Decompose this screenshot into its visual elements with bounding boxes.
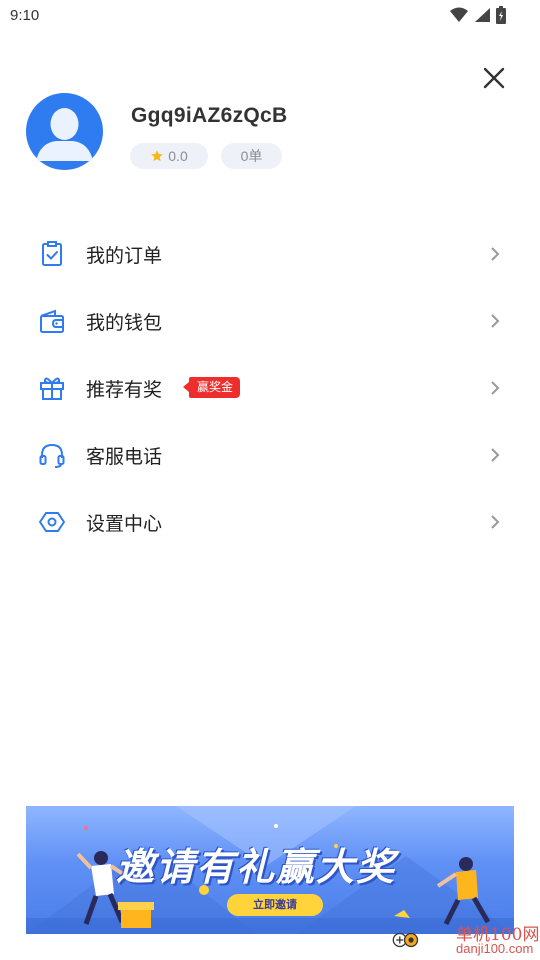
- menu-item-label: 设置中心: [86, 513, 163, 535]
- avatar[interactable]: [26, 93, 103, 170]
- invite-now-button[interactable]: 立即邀请: [227, 894, 323, 916]
- chevron-right-icon: [491, 314, 500, 328]
- orders-chip: 0单: [221, 143, 282, 169]
- menu-item-label: 客服电话: [86, 446, 163, 468]
- signal-icon: [475, 8, 490, 22]
- close-button[interactable]: [478, 62, 510, 94]
- menu-item-label: 我的钱包: [86, 312, 163, 334]
- settings-hexagon-icon: [39, 512, 65, 532]
- order-clipboard-icon: [42, 241, 62, 266]
- menu-item-settings[interactable]: 设置中心: [0, 488, 540, 555]
- menu-item-referral-reward[interactable]: 推荐有奖 赢奖金: [0, 354, 540, 421]
- rating-value: 0.0: [168, 148, 188, 164]
- menu-item-label: 我的订单: [86, 245, 163, 267]
- chevron-right-icon: [491, 448, 500, 462]
- banner-title: 邀请有礼赢大奖: [116, 845, 397, 889]
- menu-item-my-orders[interactable]: 我的订单: [0, 220, 540, 287]
- status-time: 9:10: [10, 7, 40, 24]
- menu-item-my-wallet[interactable]: 我的钱包: [0, 287, 540, 354]
- wallet-icon: [40, 309, 64, 333]
- rating-chip: 0.0: [130, 143, 208, 169]
- watermark-url: danji100.com: [456, 941, 534, 956]
- reward-badge: 赢奖金: [182, 377, 241, 398]
- chevron-right-icon: [491, 247, 500, 261]
- watermark-logo-icon: [392, 932, 419, 948]
- chevron-right-icon: [491, 515, 500, 529]
- gift-icon: [40, 377, 64, 400]
- chevron-right-icon: [491, 381, 500, 395]
- battery-icon: [496, 6, 506, 24]
- invite-banner[interactable]: 邀请有礼赢大奖 立即邀请: [26, 806, 514, 934]
- menu-item-label: 推荐有奖: [86, 379, 163, 401]
- username: Ggq9iAZ6zQcB: [131, 104, 288, 127]
- headset-icon: [39, 443, 65, 468]
- star-icon: [151, 150, 164, 162]
- wifi-icon: [450, 7, 468, 22]
- menu-item-customer-service[interactable]: 客服电话: [0, 421, 540, 488]
- user-avatar-icon: [36, 108, 93, 161]
- status-icons: [450, 6, 506, 24]
- close-icon: [483, 67, 505, 89]
- status-bar: 9:10: [0, 0, 540, 32]
- orders-count: 0单: [240, 148, 263, 164]
